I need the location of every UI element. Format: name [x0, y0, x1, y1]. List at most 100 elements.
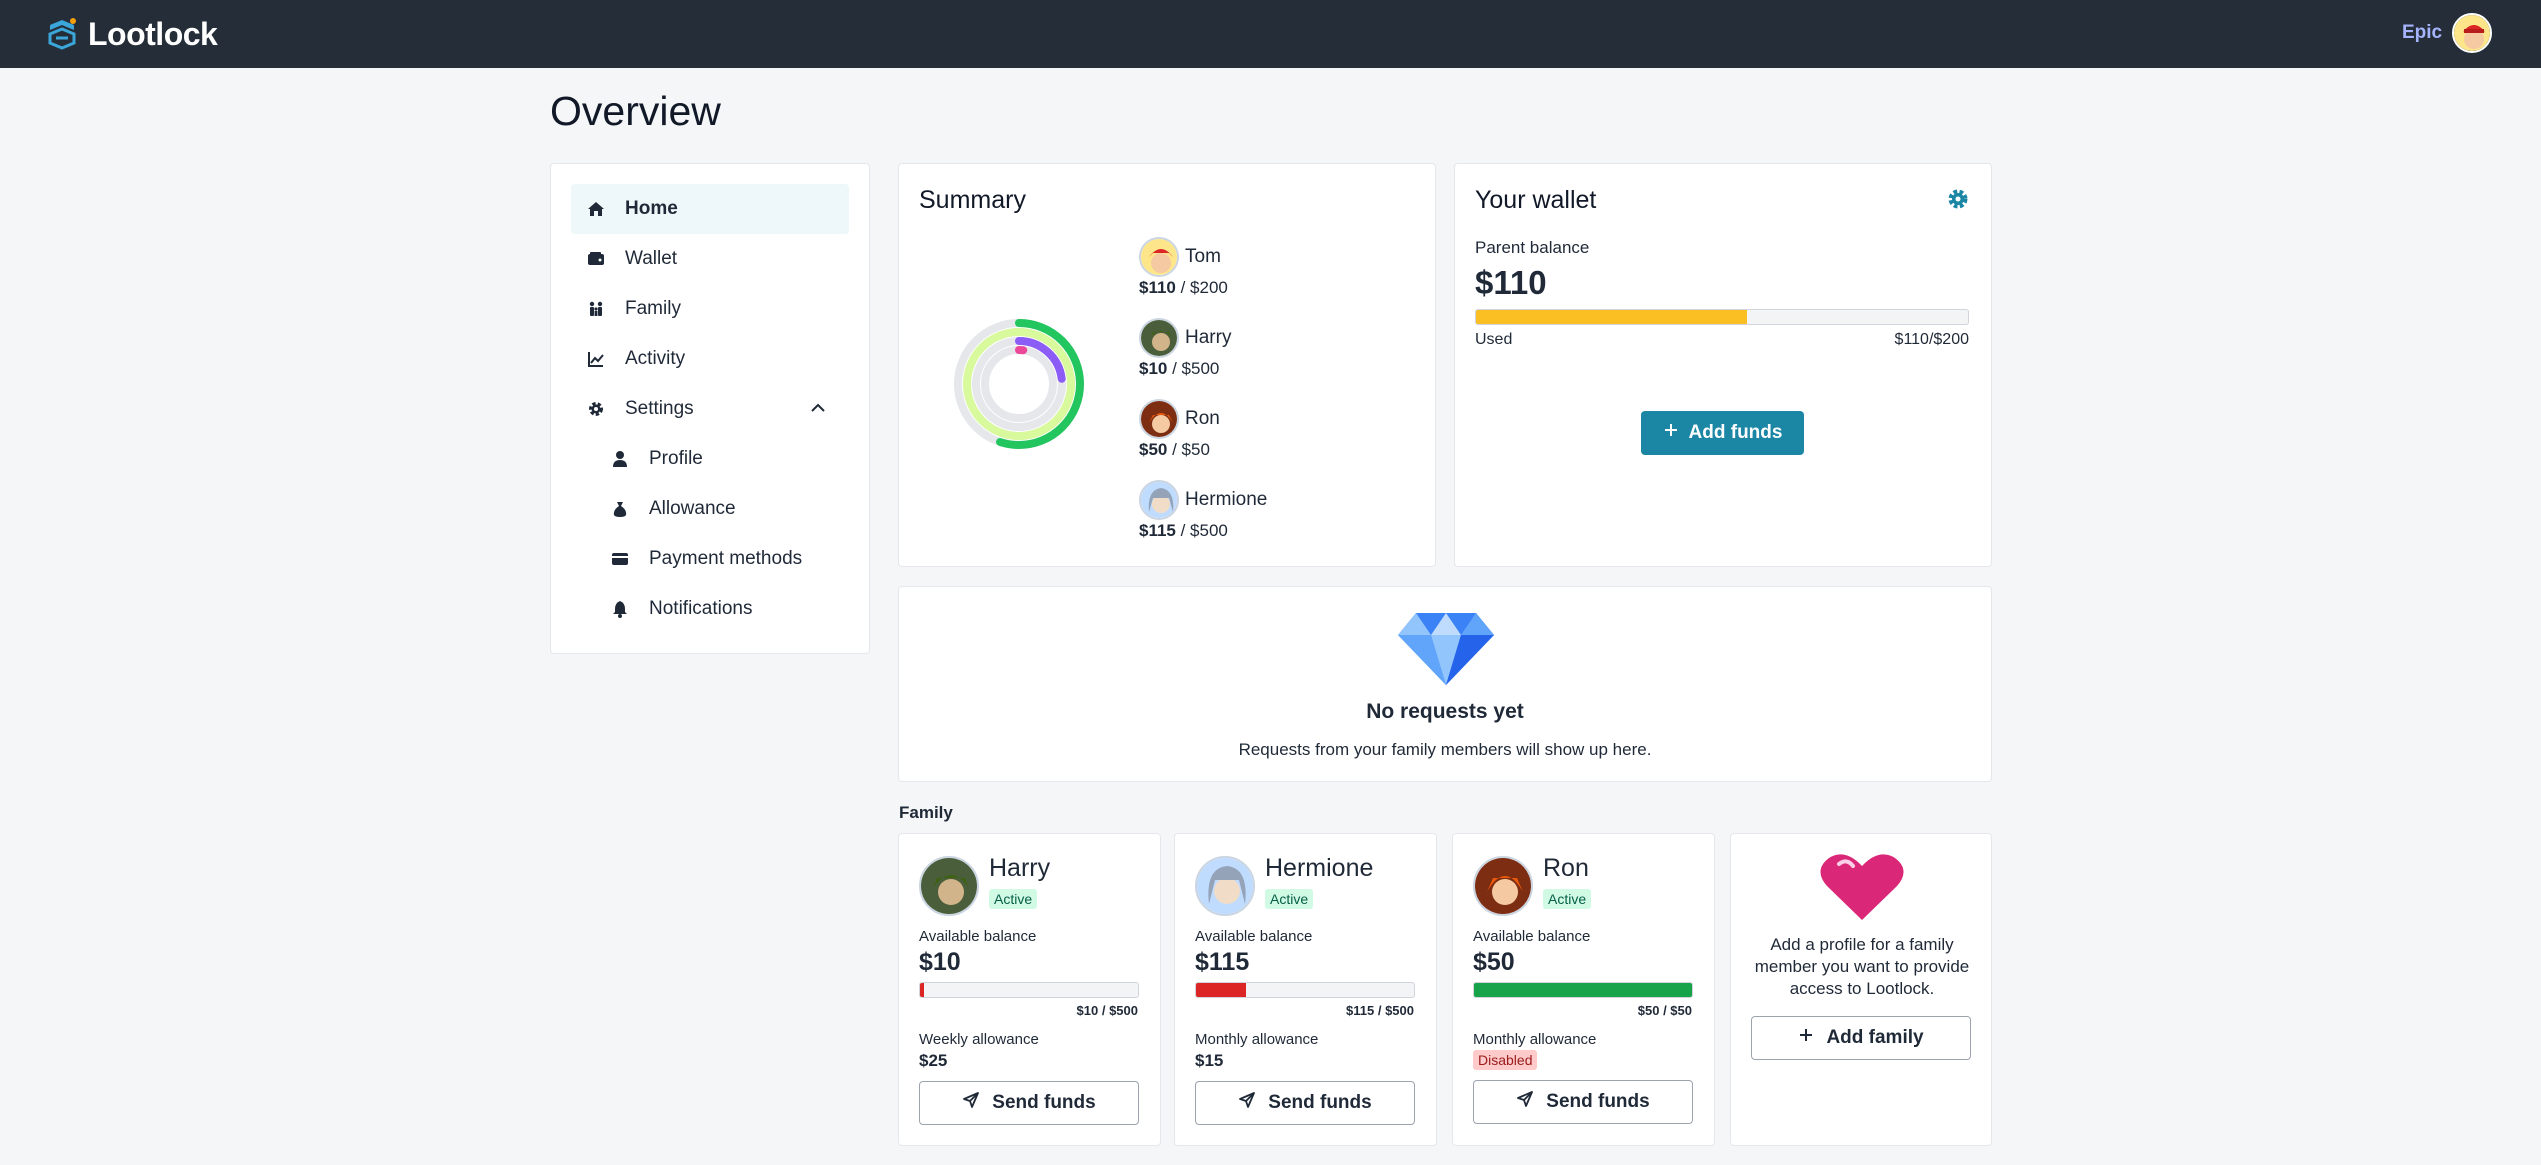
send-icon [1238, 1091, 1256, 1115]
allowance-label: Monthly allowance [1195, 1031, 1319, 1048]
no-requests-text: Requests from your family members will s… [1238, 740, 1652, 759]
sidebar-item-profile[interactable]: Profile [609, 434, 849, 484]
avatar [1139, 318, 1179, 358]
top-bar: Lootlock Epic [0, 0, 2541, 68]
used-ratio: $110/$200 [1894, 331, 1969, 348]
balance-label: Available balance [1195, 928, 1313, 945]
balance-label: Available balance [1473, 928, 1591, 945]
family-icon [585, 298, 607, 320]
member-limit: / $50 [1167, 440, 1210, 459]
family-section-heading: Family [899, 803, 953, 822]
sidebar: Home Wallet Family Activity Settings Pro… [550, 163, 870, 654]
member-limit: / $200 [1175, 278, 1228, 297]
balance-label: Available balance [919, 928, 1037, 945]
sidebar-item-label: Activity [625, 348, 686, 369]
logo-icon [48, 18, 76, 50]
member-name: Harry [1185, 327, 1232, 348]
balance-progress-fill [1474, 983, 1692, 997]
balance-amount: $50 [1473, 948, 1515, 976]
add-family-label: Add family [1826, 1027, 1924, 1048]
sidebar-item-notifications[interactable]: Notifications [609, 584, 849, 634]
plus-icon [1663, 422, 1679, 444]
user-avatar[interactable] [2452, 13, 2492, 53]
summary-ring-chart [954, 319, 1084, 449]
sidebar-item-label: Notifications [649, 598, 753, 619]
member-name: Hermione [1265, 854, 1374, 882]
send-funds-button[interactable]: Send funds [1195, 1081, 1415, 1125]
add-family-text: Add a profile for a family member you wa… [1754, 935, 1970, 998]
send-funds-button[interactable]: Send funds [919, 1081, 1139, 1125]
heart-icon [1820, 854, 1904, 920]
balance-ratio: $10 / $500 [1076, 1003, 1138, 1018]
member-name: Ron [1185, 408, 1220, 429]
send-funds-label: Send funds [992, 1092, 1096, 1113]
family-card-harry: Harry Active Available balance $10 $10 /… [898, 833, 1161, 1146]
sidebar-item-settings[interactable]: Settings [571, 384, 849, 434]
avatar [1139, 237, 1179, 277]
member-name: Tom [1185, 246, 1221, 267]
summary-member: Ron $50 / $50 [1139, 398, 1220, 460]
requests-card: No requests yet Requests from your famil… [898, 586, 1992, 782]
balance-progress-fill [1196, 983, 1247, 997]
add-funds-button[interactable]: Add funds [1641, 411, 1804, 455]
balance-progress-bar [919, 982, 1139, 998]
summary-title: Summary [919, 186, 1026, 214]
member-amount: $115 [1139, 521, 1176, 540]
sidebar-item-family[interactable]: Family [571, 284, 849, 334]
member-amount: $110 [1139, 278, 1176, 297]
member-name: Ron [1543, 854, 1589, 882]
balance-amount: $110 [1475, 264, 1547, 301]
sidebar-item-payment-methods[interactable]: Payment methods [609, 534, 849, 584]
member-name: Harry [989, 854, 1051, 882]
sidebar-item-label: Profile [649, 448, 703, 469]
sidebar-item-label: Family [625, 298, 681, 319]
sidebar-item-label: Payment methods [649, 548, 803, 569]
add-family-button[interactable]: Add family [1751, 1016, 1971, 1060]
family-card-ron: Ron Active Available balance $50 $50 / $… [1452, 833, 1715, 1146]
sidebar-item-wallet[interactable]: Wallet [571, 234, 849, 284]
sidebar-item-home[interactable]: Home [571, 184, 849, 234]
allowance-value: $15 [1195, 1051, 1224, 1070]
balance-progress-bar [1195, 982, 1415, 998]
sidebar-item-label: Settings [625, 398, 694, 419]
send-icon [1516, 1090, 1534, 1114]
send-icon [962, 1091, 980, 1115]
no-requests-title: No requests yet [1366, 700, 1524, 723]
summary-card: Summary Tom $110 / $200 Harry $10 / $500… [898, 163, 1436, 567]
balance-amount: $10 [919, 948, 961, 976]
send-funds-label: Send funds [1546, 1091, 1650, 1112]
summary-member: Tom $110 / $200 [1139, 236, 1228, 298]
ring-track [981, 346, 1057, 422]
allowance-label: Weekly allowance [919, 1031, 1039, 1048]
user-name[interactable]: Epic [2402, 22, 2442, 44]
member-name: Hermione [1185, 489, 1268, 510]
wallet-settings-gear-icon[interactable] [1947, 188, 1969, 215]
avatar [1139, 480, 1179, 520]
balance-progress-fill [920, 983, 925, 997]
wallet-progress-bar [1475, 309, 1969, 325]
send-funds-button[interactable]: Send funds [1473, 1080, 1693, 1124]
status-badge: Active [989, 889, 1038, 909]
home-icon [585, 198, 607, 220]
chevron-up-icon[interactable] [809, 399, 827, 423]
plus-icon [1798, 1027, 1814, 1049]
wallet-icon [585, 248, 607, 270]
allowance-label: Monthly allowance [1473, 1031, 1597, 1048]
balance-label: Parent balance [1475, 238, 1590, 257]
member-limit: / $500 [1167, 359, 1220, 378]
balance-ratio: $50 / $50 [1637, 1003, 1692, 1018]
bell-icon [609, 598, 631, 620]
app-name: Lootlock [88, 15, 218, 52]
lootlock-logo[interactable]: Lootlock [44, 14, 218, 54]
avatar [1473, 856, 1533, 916]
credit-card-icon [609, 548, 631, 570]
wallet-title: Your wallet [1475, 186, 1597, 214]
used-label: Used [1475, 331, 1513, 348]
sidebar-item-allowance[interactable]: Allowance [609, 484, 849, 534]
family-card-hermione: Hermione Active Available balance $115 $… [1174, 833, 1437, 1146]
summary-member: Hermione $115 / $500 [1139, 479, 1267, 541]
summary-member: Harry $10 / $500 [1139, 317, 1231, 379]
sidebar-item-activity[interactable]: Activity [571, 334, 849, 384]
sidebar-item-label: Home [625, 198, 678, 219]
diamond-icon [1398, 613, 1494, 685]
